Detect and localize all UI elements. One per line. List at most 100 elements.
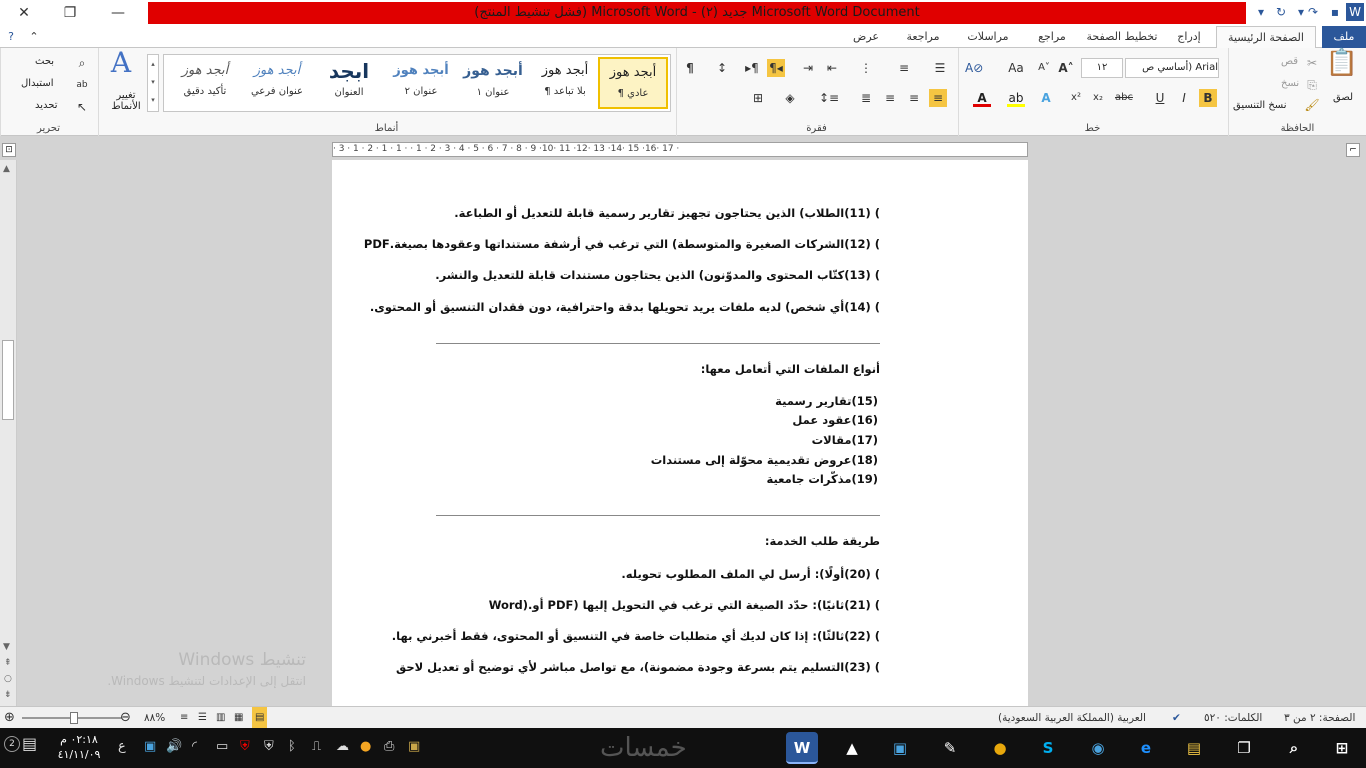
change-styles-button[interactable]: تغيير الأنماط	[103, 90, 149, 112]
copy-icon[interactable]: ⎘	[1303, 76, 1321, 94]
select-icon[interactable]: ↖	[73, 98, 91, 116]
keyboard-language[interactable]: ع	[118, 739, 126, 754]
borders-icon[interactable]: ⊞	[749, 89, 767, 107]
style-subtle-emphasis[interactable]: أبجد هوز تأكيد دقيق	[170, 57, 240, 109]
tray-app-icon[interactable]: ▣	[144, 739, 156, 754]
volume-icon[interactable]: 🔊	[166, 739, 182, 754]
tab-insert[interactable]: إدراج	[1164, 26, 1214, 48]
style-no-spacing[interactable]: أبجد هوز ¶ بلا تباعد	[530, 57, 600, 109]
bullets-icon[interactable]: ☰	[931, 59, 949, 77]
help-icon[interactable]: ?	[2, 26, 20, 48]
taskbar-word-icon[interactable]: W	[786, 732, 818, 764]
page-number[interactable]: الصفحة: ٢ من ٣	[1284, 707, 1355, 729]
document-page[interactable]: ) (11)الطلاب) الذين يحتاجون تجهيز تقارير…	[332, 160, 1028, 706]
font-color-icon[interactable]: A	[973, 89, 991, 107]
multilevel-list-icon[interactable]: ⋮	[857, 59, 875, 77]
outline-view-icon[interactable]: ☰	[198, 707, 207, 729]
scrollbar-thumb[interactable]	[2, 340, 14, 420]
shading-icon[interactable]: ◈	[781, 89, 799, 107]
taskbar-app-icon[interactable]: ▣	[884, 732, 916, 764]
next-page-icon[interactable]: ⇟	[4, 690, 12, 700]
print-layout-icon[interactable]: ▤	[252, 707, 268, 729]
paste-button[interactable]: لصق	[1333, 92, 1353, 103]
show-paragraph-marks-icon[interactable]: ¶	[681, 59, 699, 77]
text-effects-icon[interactable]: A	[1037, 89, 1055, 107]
change-case-icon[interactable]: Aa	[1007, 59, 1025, 77]
word-app-icon[interactable]: W	[1346, 3, 1364, 21]
style-subtitle[interactable]: أبجد هوز عنوان فرعي	[242, 57, 312, 109]
start-icon[interactable]: ⊞	[1326, 732, 1358, 764]
scroll-down-icon[interactable]: ▼	[3, 642, 10, 652]
tab-view[interactable]: عرض	[842, 26, 890, 48]
cut-icon[interactable]: ✂	[1303, 54, 1321, 72]
wifi-icon[interactable]: ◜	[192, 739, 197, 754]
network-drive-icon[interactable]: ☁	[336, 739, 349, 754]
language-indicator[interactable]: العربية (المملكة العربية السعودية)	[998, 707, 1146, 729]
vertical-scrollbar[interactable]: ▲ ▼ ⇞ ○ ⇟	[0, 160, 17, 706]
clock[interactable]: ٠٢:١٨ م ٤١/١١/٠٩	[56, 732, 102, 762]
defender-icon[interactable]: ⛨	[264, 739, 274, 754]
collapse-ribbon-icon[interactable]: ⌃	[26, 26, 42, 48]
battery-icon[interactable]: ▭	[216, 739, 228, 754]
replace-icon[interactable]: ab	[73, 76, 91, 94]
scroll-up-icon[interactable]: ▲	[3, 164, 10, 174]
rtl-direction-icon[interactable]: ¶◂	[767, 59, 785, 77]
justify-icon[interactable]: ≣	[857, 89, 875, 107]
format-painter-icon[interactable]: 🖌	[1303, 96, 1321, 114]
task-view-icon[interactable]: ❐	[1228, 732, 1260, 764]
notifications-count-icon[interactable]: 2	[4, 736, 20, 752]
decrease-indent-icon[interactable]: ⇤	[823, 59, 841, 77]
italic-icon[interactable]: I	[1175, 89, 1193, 107]
bold-icon[interactable]: B	[1199, 89, 1217, 107]
undo-icon[interactable]: ↷	[1304, 3, 1322, 21]
prev-page-icon[interactable]: ⇞	[4, 658, 12, 668]
action-center-icon[interactable]: ▤	[22, 734, 37, 753]
cut-button[interactable]: قص	[1281, 56, 1298, 67]
tab-review[interactable]: مراجعة	[894, 26, 952, 48]
superscript-icon[interactable]: x²	[1067, 89, 1085, 107]
taskbar-file-explorer-icon[interactable]: ▤	[1178, 732, 1210, 764]
style-normal[interactable]: أبجد هوز ¶ عادي	[598, 57, 668, 109]
zoom-slider-thumb[interactable]	[70, 712, 78, 724]
clear-formatting-icon[interactable]: A⊘	[965, 59, 983, 77]
numbering-icon[interactable]: ≡	[895, 59, 913, 77]
change-styles-icon[interactable]: A	[103, 49, 139, 84]
browse-object-icon[interactable]: ○	[4, 674, 12, 684]
align-right-icon[interactable]: ≡	[929, 89, 947, 107]
bluetooth-icon[interactable]: ᛒ	[288, 739, 296, 754]
draft-view-icon[interactable]: ≡	[180, 707, 188, 729]
styles-scroll[interactable]: ▴ ▾ ▾	[147, 54, 159, 112]
find-button[interactable]: بحث	[35, 56, 54, 67]
usb-icon[interactable]: ⎍	[312, 739, 321, 754]
subscript-icon[interactable]: x₂	[1089, 89, 1107, 107]
tab-page-layout[interactable]: تخطيط الصفحة	[1082, 26, 1162, 48]
close-icon[interactable]: ✕	[2, 0, 46, 26]
customize-qat-icon[interactable]: ▾	[1252, 3, 1270, 21]
copy-button[interactable]: نسخ	[1281, 78, 1299, 89]
paste-icon[interactable]: 📋	[1325, 50, 1359, 88]
style-heading-2[interactable]: أبجد هوز عنوان ٢	[386, 57, 456, 109]
replace-button[interactable]: استبدال	[21, 78, 54, 89]
zoom-level[interactable]: ٨٨%	[144, 707, 165, 729]
format-painter-button[interactable]: نسخ التنسيق	[1233, 100, 1286, 111]
view-ruler-toggle-icon[interactable]: ⊡	[2, 143, 16, 157]
word-count[interactable]: الكلمات: ٥٢٠	[1204, 707, 1262, 729]
minimize-icon[interactable]: —	[96, 0, 140, 26]
increase-indent-icon[interactable]: ⇥	[799, 59, 817, 77]
proofing-icon[interactable]: ✔	[1172, 707, 1181, 729]
tray-orange-icon[interactable]: ●	[360, 739, 371, 754]
grow-font-icon[interactable]: A˄	[1057, 59, 1075, 77]
search-icon[interactable]: ⌕	[1278, 732, 1310, 764]
select-button[interactable]: تحديد	[35, 100, 58, 111]
highlight-icon[interactable]: ab	[1007, 89, 1025, 107]
style-title[interactable]: ابجد العنوان	[314, 57, 384, 109]
zoom-out-icon[interactable]: ⊖	[120, 707, 131, 729]
ltr-direction-icon[interactable]: ▸¶	[743, 59, 761, 77]
tab-file[interactable]: ملف	[1322, 26, 1366, 48]
sort-icon[interactable]: ↕	[713, 59, 731, 77]
underline-icon[interactable]: U	[1151, 89, 1169, 107]
horizontal-ruler[interactable]: · 3 · 1 · 2 · 1 · 1 · · 1 · 2 · 3 · 4 · …	[332, 142, 1028, 157]
tab-references[interactable]: مراجع	[1024, 26, 1080, 48]
save-icon[interactable]: ▪	[1326, 3, 1344, 21]
taskbar-photos-icon[interactable]: ▲	[836, 732, 868, 764]
